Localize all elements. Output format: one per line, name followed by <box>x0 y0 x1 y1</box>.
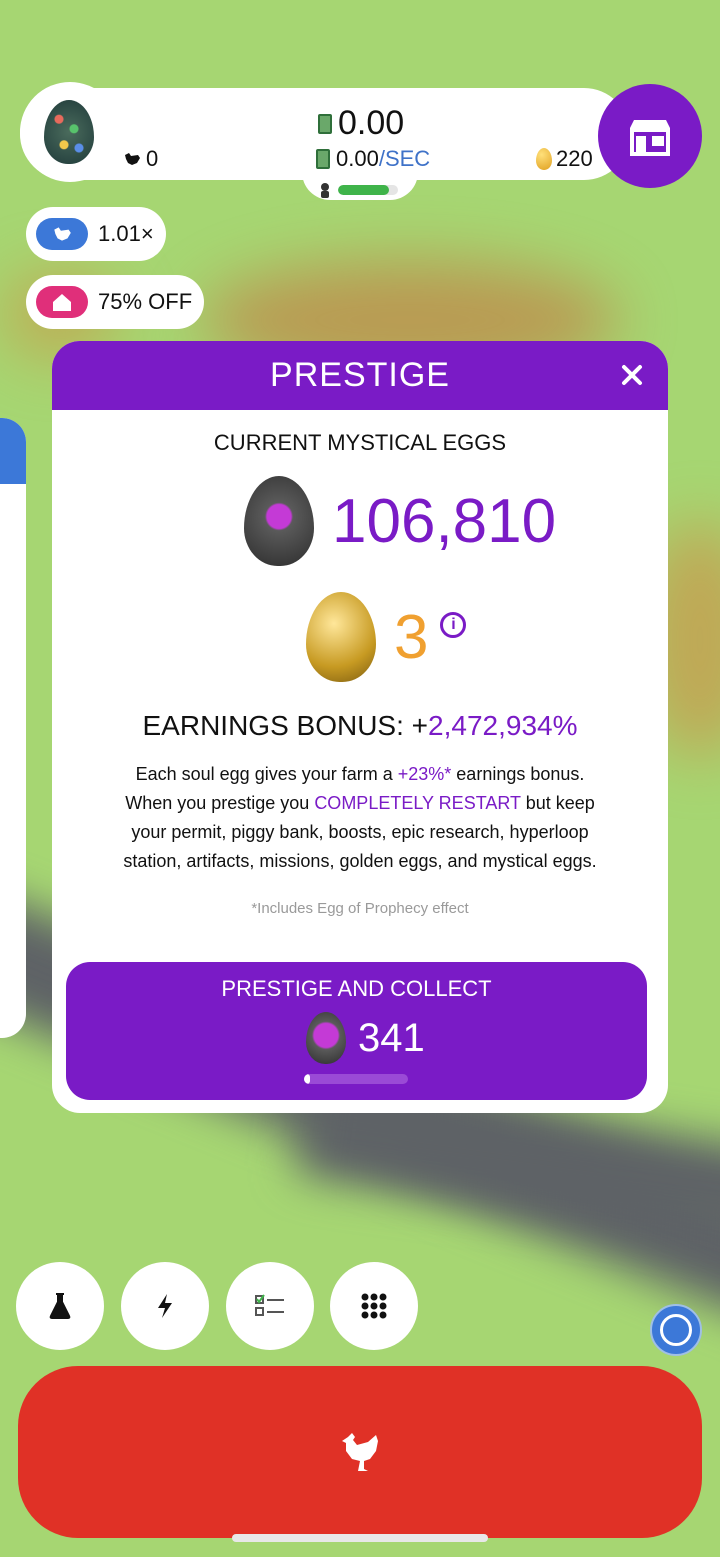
chicken-boost-pill[interactable]: 1.01× <box>26 207 166 261</box>
desc-bonus-highlight: +23%* <box>397 764 452 784</box>
earnings-bonus-prefix: + <box>411 710 429 741</box>
discount-pill[interactable]: 75% OFF <box>26 275 205 329</box>
missions-button[interactable] <box>226 1262 314 1350</box>
chicken-icon <box>125 153 140 165</box>
assistive-touch-button[interactable] <box>650 1304 702 1356</box>
soul-eggs-row: 106,810 <box>244 476 556 566</box>
collect-progress <box>304 1074 408 1084</box>
close-icon <box>622 365 642 385</box>
shop-icon <box>630 120 670 156</box>
earning-rate: 0.00/SEC <box>316 146 430 172</box>
info-icon: i <box>451 616 456 633</box>
rate-unit: /SEC <box>378 146 431 171</box>
checklist-icon <box>255 1294 284 1316</box>
gold-eggs-value: 220 <box>556 146 593 171</box>
farm-progress-track <box>338 185 398 195</box>
soul-egg-icon <box>244 476 314 566</box>
desc-restart-highlight: COMPLETELY RESTART <box>314 793 521 813</box>
collect-amount-row: 341 <box>306 1012 425 1064</box>
side-panel-edge[interactable] <box>0 418 26 1038</box>
earnings-bonus: EARNINGS BONUS: +2,472,934% <box>52 710 668 742</box>
cash-icon <box>316 149 330 169</box>
desc-line-4: station, artifacts, missions, golden egg… <box>123 851 597 871</box>
prophecy-eggs-value: 3 <box>394 602 429 672</box>
desc-text: but keep <box>520 793 595 813</box>
chicken-count-value: 0 <box>146 146 159 171</box>
boosts-button[interactable] <box>121 1262 209 1350</box>
desc-text: Each soul egg gives your farm a <box>135 764 398 784</box>
menu-button[interactable] <box>330 1262 418 1350</box>
shop-button[interactable] <box>598 84 702 188</box>
gold-egg-icon <box>536 148 552 170</box>
money-display: 0.00 <box>318 104 404 143</box>
farmer-icon <box>321 183 329 198</box>
flask-icon <box>49 1293 71 1319</box>
desc-line-3: your permit, piggy bank, boosts, epic re… <box>131 822 589 842</box>
prestige-collect-button[interactable]: PRESTIGE AND COLLECT 341 <box>66 962 647 1100</box>
modal-header: PRESTIGE <box>52 341 668 410</box>
collect-amount: 341 <box>358 1015 425 1060</box>
lightning-icon <box>158 1294 172 1318</box>
desc-text: When you prestige you <box>125 793 315 813</box>
collect-label: PRESTIGE AND COLLECT <box>221 976 492 1001</box>
desc-line-2: When you prestige you COMPLETELY RESTART… <box>110 789 610 818</box>
research-button[interactable] <box>16 1262 104 1350</box>
home-icon <box>53 294 71 311</box>
soul-eggs-value: 106,810 <box>332 486 557 556</box>
farm-progress <box>318 182 398 198</box>
desc-text: earnings bonus. <box>451 764 585 784</box>
close-button[interactable] <box>616 359 648 391</box>
home-boost-icon <box>36 286 88 318</box>
collect-progress-fill <box>304 1074 311 1084</box>
circle-icon <box>660 1314 692 1346</box>
desc-line-1: Each soul egg gives your farm a +23%* ea… <box>110 760 610 789</box>
gold-eggs-display: 220 <box>536 146 593 172</box>
hatch-chicken-button[interactable] <box>18 1366 702 1538</box>
earnings-bonus-value: 2,472,934% <box>428 710 578 741</box>
chicken-icon <box>342 1433 378 1471</box>
soul-egg-icon <box>306 1012 346 1064</box>
farm-avatar[interactable] <box>20 82 120 182</box>
farm-egg-icon <box>44 100 94 164</box>
info-button[interactable]: i <box>440 612 467 638</box>
discount-value: 75% OFF <box>98 289 193 314</box>
modal-title: PRESTIGE <box>270 356 450 394</box>
prophecy-egg-icon <box>306 592 376 682</box>
prophecy-footnote: *Includes Egg of Prophecy effect <box>251 900 469 917</box>
earnings-bonus-label: EARNINGS BONUS: <box>142 710 404 741</box>
cash-icon <box>318 113 332 134</box>
chicken-boost-icon <box>36 218 88 250</box>
money-value: 0.00 <box>338 104 405 142</box>
chicken-multiplier: 1.01× <box>98 221 154 246</box>
chicken-count: 0 <box>122 146 158 172</box>
rate-value: 0.00 <box>336 146 379 171</box>
prophecy-eggs-row: 3 i <box>306 592 467 682</box>
side-panel-tab <box>0 418 26 484</box>
farm-progress-fill <box>338 185 389 195</box>
chicken-icon <box>54 227 71 241</box>
current-mystical-eggs-label: CURRENT MYSTICAL EGGS <box>213 430 507 455</box>
grid-icon <box>361 1293 387 1319</box>
home-indicator[interactable] <box>232 1534 488 1542</box>
prestige-description: Each soul egg gives your farm a +23%* ea… <box>110 760 610 876</box>
